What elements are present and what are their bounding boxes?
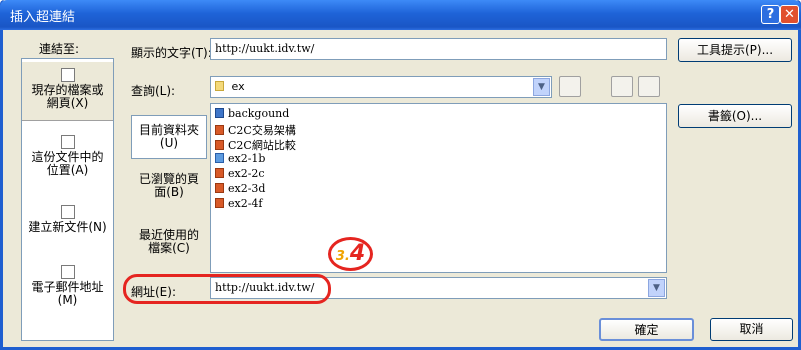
display-text-input[interactable]: http://uukt.idv.tw/ xyxy=(210,38,667,60)
document-place-icon xyxy=(60,135,75,149)
ppt-icon xyxy=(215,198,224,208)
browsed-pages-tab[interactable]: 已瀏覽的頁 面(B) xyxy=(131,173,207,209)
address-highlight-oval xyxy=(123,274,331,304)
browse-web-icon[interactable] xyxy=(611,76,633,97)
new-document-icon xyxy=(60,205,75,219)
list-item[interactable]: ex2-4f xyxy=(215,197,263,210)
web-icon xyxy=(215,153,224,163)
email-icon xyxy=(60,265,75,279)
help-button[interactable]: ? xyxy=(761,5,780,24)
current-folder-tab[interactable]: 目前資料夾 (U) xyxy=(131,115,207,159)
lookin-select[interactable]: ex xyxy=(210,76,552,98)
inner-nav-bar: 目前資料夾 (U) 已瀏覽的頁 面(B) 最近使用的 檔案(C) xyxy=(131,103,207,273)
cancel-button[interactable]: 取消 xyxy=(710,318,793,341)
dialog-title: 插入超連結 xyxy=(10,10,76,25)
ppt-icon xyxy=(215,168,224,178)
up-folder-icon[interactable] xyxy=(559,76,581,97)
ppt-icon xyxy=(215,183,224,193)
list-item[interactable]: ex2-2c xyxy=(215,167,265,180)
list-item[interactable]: ex2-1b xyxy=(215,152,265,165)
recent-files-tab[interactable]: 最近使用的 檔案(C) xyxy=(131,229,207,265)
ppt-icon xyxy=(215,140,224,150)
link-existing-file[interactable]: 現存的檔案或 網頁(X) xyxy=(22,61,113,121)
link-new-document[interactable]: 建立新文件(N) xyxy=(22,205,113,245)
link-to-bar: 現存的檔案或 網頁(X) 這份文件中的 位置(A) 建立新文件(N) 電子郵件地… xyxy=(21,58,114,341)
step-badge: 3.4 xyxy=(328,237,373,271)
ppt-icon xyxy=(215,125,224,135)
list-item[interactable]: ex2-3d xyxy=(215,182,265,195)
folder-icon xyxy=(215,81,224,91)
link-email-address[interactable]: 電子郵件地址 (M) xyxy=(22,265,113,315)
insert-hyperlink-dialog: 插入超連結 ? ✕ 連結至: 現存的檔案或 網頁(X) 這份文件中的 位置(A)… xyxy=(0,0,801,350)
display-text-label: 顯示的文字(T): xyxy=(131,46,212,60)
address-dropdown-arrow[interactable]: ▼ xyxy=(648,279,665,297)
title-bar: 插入超連結 ? ✕ xyxy=(0,0,801,30)
list-item[interactable]: C2C網站比較 xyxy=(215,137,296,152)
file-list[interactable]: backgound C2C交易架構 C2C網站比較 ex2-1b ex2-2c … xyxy=(210,103,667,273)
existing-file-icon xyxy=(60,68,75,82)
link-to-heading: 連結至: xyxy=(39,42,80,56)
list-item[interactable]: backgound xyxy=(215,107,289,120)
browse-file-icon[interactable] xyxy=(638,76,660,97)
bookmark-button[interactable]: 書籤(O)... xyxy=(678,104,792,128)
list-item[interactable]: C2C交易架構 xyxy=(215,122,296,137)
link-place-in-document[interactable]: 這份文件中的 位置(A) xyxy=(22,135,113,185)
close-button[interactable]: ✕ xyxy=(780,5,799,24)
folder-doc-icon xyxy=(215,108,224,118)
lookin-dropdown-arrow[interactable]: ▼ xyxy=(533,78,550,96)
lookin-label: 查詢(L): xyxy=(131,84,176,98)
ok-button[interactable]: 確定 xyxy=(599,318,694,341)
screentip-button[interactable]: 工具提示(P)... xyxy=(678,38,792,62)
